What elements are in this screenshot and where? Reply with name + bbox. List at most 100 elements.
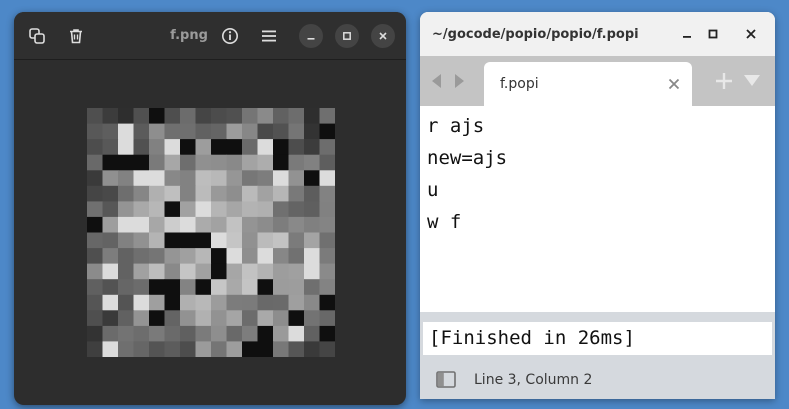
mosaic-tile — [164, 108, 181, 125]
mosaic-tile — [149, 294, 166, 311]
mosaic-tile — [226, 123, 243, 140]
info-icon[interactable] — [216, 22, 244, 50]
mosaic-tile — [164, 201, 181, 218]
mosaic-tile — [273, 232, 290, 249]
mosaic-tile — [226, 232, 243, 249]
scrambled-portrait-image — [87, 108, 335, 357]
image-viewer-window: f.png — [14, 12, 406, 405]
mosaic-tile — [164, 185, 181, 202]
mosaic-tile — [195, 139, 212, 156]
mosaic-tile — [180, 232, 197, 249]
mosaic-tile — [87, 310, 104, 327]
mosaic-tile — [149, 263, 166, 280]
back-arrow-icon[interactable] — [432, 74, 441, 88]
mosaic-tile — [149, 325, 166, 343]
mosaic-tile — [242, 201, 259, 218]
mosaic-tile — [242, 248, 259, 265]
mosaic-tile — [226, 216, 243, 234]
mosaic-tile — [257, 294, 274, 311]
mosaic-tile — [226, 108, 243, 125]
editor-titlebar: ~/gocode/popio/popio/f.popi — [420, 12, 775, 56]
maximize-icon[interactable] — [702, 23, 724, 45]
mosaic-tile — [149, 216, 166, 234]
mosaic-tile — [133, 216, 150, 234]
mosaic-tile — [211, 139, 228, 156]
mosaic-tile — [242, 123, 259, 140]
mosaic-tile — [180, 201, 197, 218]
code-line-4: w f — [427, 211, 462, 233]
mosaic-tile — [288, 310, 305, 327]
mosaic-tile — [242, 310, 259, 327]
mosaic-tile — [102, 170, 119, 187]
mosaic-tile — [118, 279, 135, 296]
mosaic-tile — [118, 123, 135, 140]
editor-tab-bar: f.popi — [420, 56, 775, 106]
mosaic-tile — [87, 279, 104, 296]
mosaic-tile — [226, 185, 243, 202]
mosaic-tile — [133, 139, 150, 156]
mosaic-tile — [164, 310, 181, 327]
mosaic-tile — [211, 185, 228, 202]
mosaic-tile — [118, 232, 135, 249]
mosaic-tile — [102, 185, 119, 202]
mosaic-tile — [180, 310, 197, 327]
mosaic-tile — [195, 185, 212, 202]
mosaic-tile — [226, 279, 243, 296]
minimize-icon[interactable] — [676, 23, 698, 45]
mosaic-tile — [226, 154, 243, 171]
mosaic-tile — [273, 108, 290, 125]
mosaic-tile — [87, 248, 104, 265]
copy-icon[interactable] — [23, 22, 51, 50]
mosaic-tile — [195, 170, 212, 187]
mosaic-tile — [102, 108, 119, 125]
mosaic-tile — [273, 325, 290, 343]
mosaic-tile — [118, 201, 135, 218]
trash-icon[interactable] — [62, 22, 90, 50]
close-icon[interactable] — [371, 24, 395, 48]
mosaic-tile — [133, 325, 150, 343]
maximize-icon[interactable] — [335, 24, 359, 48]
mosaic-tile — [257, 248, 274, 265]
mosaic-tile — [87, 139, 104, 156]
new-tab-plus-icon[interactable] — [715, 72, 733, 90]
menu-icon[interactable] — [255, 22, 283, 50]
mosaic-tile — [257, 263, 274, 280]
mosaic-tile — [304, 263, 321, 280]
forward-arrow-icon[interactable] — [455, 74, 464, 88]
mosaic-tile — [149, 279, 166, 296]
mosaic-tile — [304, 310, 321, 327]
mosaic-tile — [87, 185, 104, 202]
mosaic-tile — [226, 325, 243, 343]
mosaic-tile — [273, 263, 290, 280]
mosaic-tile — [319, 325, 335, 343]
mosaic-tile — [257, 108, 274, 125]
mosaic-tile — [149, 310, 166, 327]
code-editor-area[interactable]: r ajs new=ajs u w f — [420, 106, 775, 312]
mosaic-tile — [304, 248, 321, 265]
tab-list-dropdown-icon[interactable] — [744, 75, 760, 86]
mosaic-tile — [180, 279, 197, 296]
minimize-icon[interactable] — [299, 24, 323, 48]
mosaic-tile — [180, 108, 197, 125]
mosaic-tile — [288, 108, 305, 125]
mosaic-tile — [211, 170, 228, 187]
mosaic-tile — [288, 263, 305, 280]
mosaic-tile — [273, 294, 290, 311]
mosaic-tile — [242, 294, 259, 311]
mosaic-tile — [257, 216, 274, 234]
mosaic-tile — [149, 154, 166, 171]
mosaic-tile — [87, 170, 104, 187]
mosaic-tile — [164, 232, 181, 249]
mosaic-tile — [242, 139, 259, 156]
sidebar-toggle-icon[interactable] — [436, 371, 456, 388]
tab-close-icon[interactable] — [666, 76, 682, 92]
mosaic-tile — [273, 123, 290, 140]
mosaic-tile — [133, 154, 150, 171]
mosaic-tile — [288, 154, 305, 171]
mosaic-tile — [149, 185, 166, 202]
mosaic-tile — [118, 108, 135, 125]
tab-f-popi[interactable]: f.popi — [484, 62, 692, 106]
mosaic-tile — [133, 279, 150, 296]
mosaic-tile — [118, 341, 135, 357]
close-icon[interactable] — [740, 23, 762, 45]
